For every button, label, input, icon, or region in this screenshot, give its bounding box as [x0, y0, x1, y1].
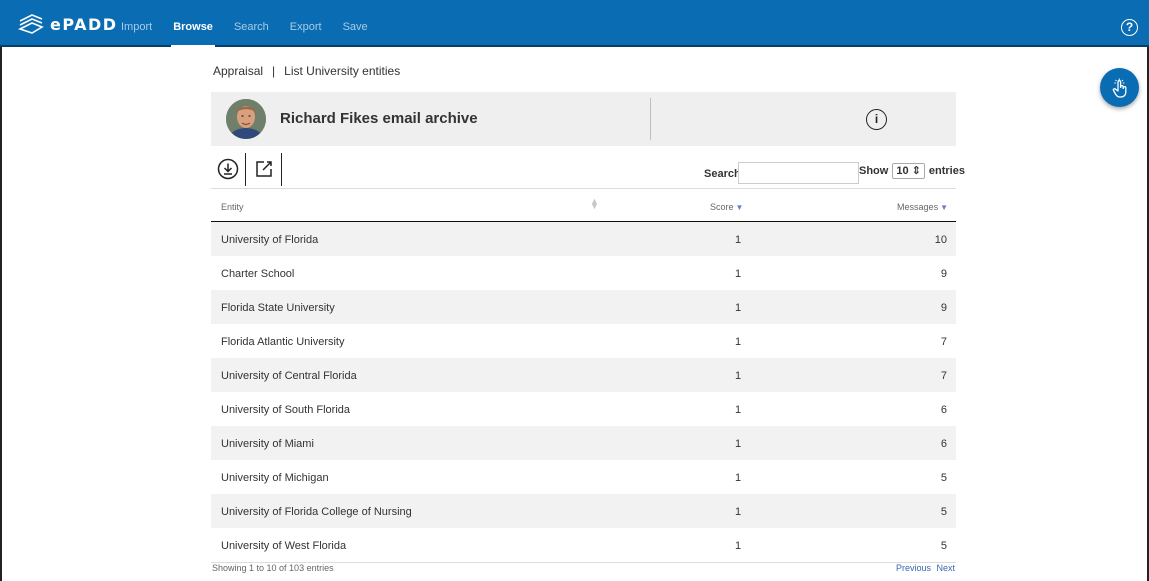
entity-cell[interactable]: University of West Florida: [221, 540, 346, 552]
entries-label: entries: [928, 165, 965, 177]
messages-cell: 7: [940, 336, 947, 348]
score-cell: 1: [735, 506, 742, 518]
score-cell: 1: [735, 370, 742, 382]
sort-icon: ▲ ▼: [590, 196, 599, 211]
entity-cell[interactable]: Charter School: [221, 268, 294, 280]
header-divider: [650, 98, 651, 140]
breadcrumb-page: List University entities: [284, 64, 401, 78]
table-row[interactable]: University of Michigan 1 5: [211, 460, 956, 494]
breadcrumb: Appraisal | List University entities: [213, 64, 400, 78]
entities-table: Entity ▲ ▼ Score ▼ Messages ▼ University of…: [211, 188, 956, 563]
nav-save[interactable]: Save: [343, 0, 368, 47]
touch-icon: [1112, 78, 1126, 98]
nav-search[interactable]: Search: [234, 0, 269, 47]
previous-page-link[interactable]: Previous: [896, 563, 931, 573]
epadd-logo-icon: [18, 14, 44, 34]
show-label: Show: [859, 165, 889, 177]
archive-header: Richard Fikes email archive i: [211, 92, 956, 146]
table-row[interactable]: University of Miami 1 6: [211, 426, 956, 460]
table-row[interactable]: University of South Florida 1 6: [211, 392, 956, 426]
column-header-score[interactable]: Score ▼: [710, 202, 743, 212]
avatar: [226, 99, 266, 139]
column-header-messages-label: Messages: [897, 202, 939, 212]
entity-cell[interactable]: University of Florida College of Nursing: [221, 506, 412, 518]
select-arrows-icon: ⇕: [911, 165, 921, 177]
entity-cell[interactable]: University of Michigan: [221, 472, 329, 484]
messages-cell: 5: [940, 540, 947, 552]
table-row[interactable]: University of Florida College of Nursing…: [211, 494, 956, 528]
page-length-value: 10: [896, 165, 909, 177]
top-navbar: ePADD Import Browse Search Export Save ?: [0, 0, 1149, 47]
messages-cell: 9: [940, 268, 947, 280]
breadcrumb-separator: |: [272, 64, 276, 78]
messages-cell: 9: [940, 302, 947, 314]
table-row[interactable]: Florida State University 1 9: [211, 290, 956, 324]
score-cell: 1: [735, 404, 742, 416]
messages-cell: 5: [940, 506, 947, 518]
score-cell: 1: [735, 268, 742, 280]
table-row[interactable]: University of Florida 1 10: [211, 222, 956, 256]
messages-cell: 10: [934, 234, 947, 246]
nav-export[interactable]: Export: [290, 0, 322, 47]
sort-desc-icon: ▼: [735, 203, 744, 212]
nav-import[interactable]: Import: [121, 0, 152, 47]
table-row[interactable]: Charter School 1 9: [211, 256, 956, 290]
entity-cell[interactable]: University of Florida: [221, 234, 318, 246]
score-cell: 1: [735, 472, 742, 484]
score-cell: 1: [735, 302, 742, 314]
table-row[interactable]: University of Central Florida 1 7: [211, 358, 956, 392]
main-nav: Import Browse Search Export Save: [121, 0, 389, 47]
score-cell: 1: [735, 234, 742, 246]
table-row[interactable]: University of West Florida 1 5: [211, 528, 956, 562]
download-icon: [217, 158, 239, 180]
nav-browse[interactable]: Browse: [171, 0, 215, 47]
column-header-messages[interactable]: Messages ▼: [897, 202, 948, 212]
search-input[interactable]: [738, 162, 859, 184]
entity-cell[interactable]: University of Central Florida: [221, 370, 357, 382]
column-header-entity[interactable]: Entity: [221, 202, 244, 212]
page-length-control: Show 10 ⇕ entries: [859, 163, 965, 179]
pagination: Previous Next: [893, 563, 955, 573]
toolbar-divider: [245, 153, 246, 186]
touch-help-button[interactable]: [1100, 68, 1139, 107]
page-length-select[interactable]: 10 ⇕: [892, 163, 925, 179]
table-body: University of Florida 1 10 Charter Schoo…: [211, 222, 956, 562]
edit-icon: [256, 161, 272, 177]
toolbar-divider: [281, 153, 282, 186]
entity-cell[interactable]: Florida Atlantic University: [221, 336, 345, 348]
messages-cell: 5: [940, 472, 947, 484]
edit-button[interactable]: [255, 160, 273, 183]
messages-cell: 6: [940, 438, 947, 450]
breadcrumb-section[interactable]: Appraisal: [213, 64, 263, 78]
info-icon[interactable]: i: [866, 109, 887, 130]
table-header: Entity ▲ ▼ Score ▼ Messages ▼: [211, 189, 956, 222]
sort-desc-icon: ▼: [940, 203, 948, 212]
messages-cell: 7: [940, 370, 947, 382]
table-info: Showing 1 to 10 of 103 entries: [212, 563, 334, 573]
table-row[interactable]: Florida Atlantic University 1 7: [211, 324, 956, 358]
score-cell: 1: [735, 540, 742, 552]
score-cell: 1: [735, 336, 742, 348]
score-cell: 1: [735, 438, 742, 450]
help-icon[interactable]: ?: [1121, 19, 1138, 36]
messages-cell: 6: [940, 404, 947, 416]
column-header-score-label: Score: [710, 202, 734, 212]
app-logo[interactable]: ePADD: [18, 13, 118, 35]
entity-cell[interactable]: Florida State University: [221, 302, 335, 314]
download-button[interactable]: [217, 158, 239, 185]
entity-cell[interactable]: University of Miami: [221, 438, 314, 450]
next-page-link[interactable]: Next: [936, 563, 955, 573]
logo-text: ePADD: [50, 14, 118, 34]
archive-title: Richard Fikes email archive: [280, 110, 478, 127]
entity-cell[interactable]: University of South Florida: [221, 404, 350, 416]
